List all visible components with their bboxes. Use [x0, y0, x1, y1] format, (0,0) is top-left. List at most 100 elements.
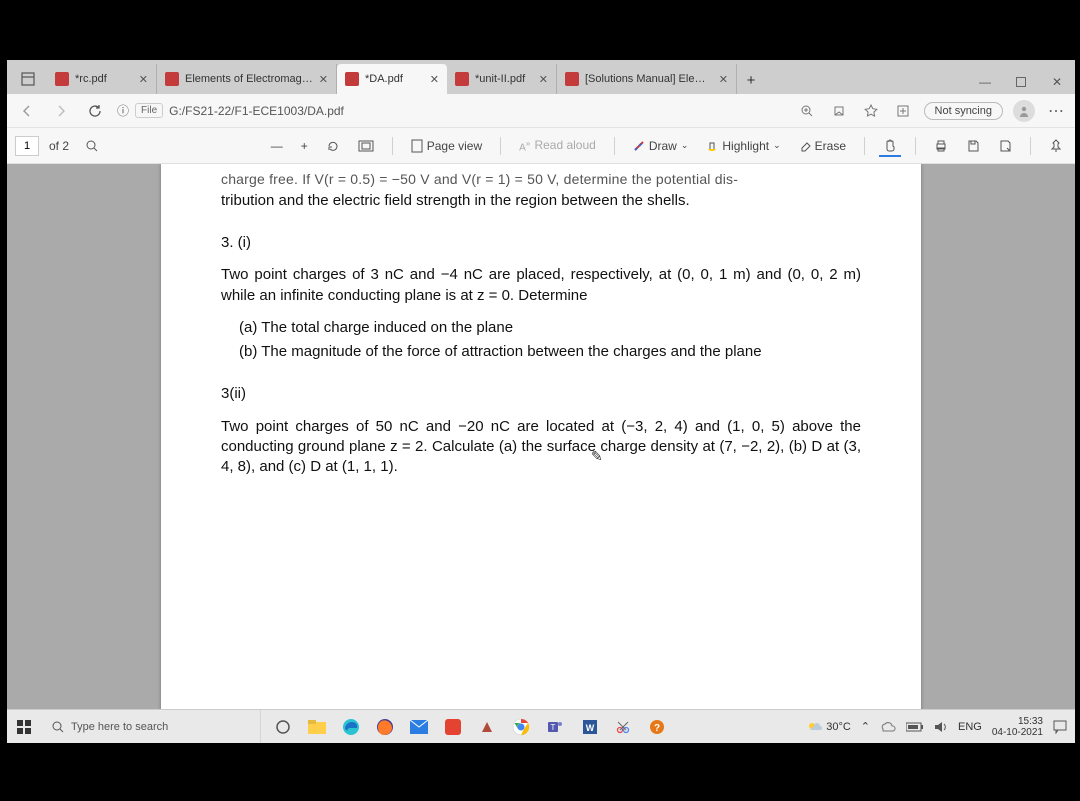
- pdf-icon: [55, 72, 69, 86]
- pdf-toolbar: of 2 ― + Page view A»Read aloud Draw⌄ Hi…: [7, 128, 1075, 164]
- window-minimize[interactable]: ―: [973, 70, 997, 94]
- fit-button[interactable]: [354, 138, 378, 154]
- q3ii-paragraph: Two point charges of 50 nC and −20 nC ar…: [221, 417, 861, 478]
- notifications-icon[interactable]: [1053, 720, 1067, 734]
- pencil-annotation-icon: ✎: [591, 447, 603, 466]
- draw-button[interactable]: Draw⌄: [629, 137, 693, 155]
- search-icon: [51, 720, 65, 734]
- file-explorer-icon[interactable]: [305, 715, 329, 739]
- snip-icon[interactable]: [611, 715, 635, 739]
- teams-icon[interactable]: T: [543, 715, 567, 739]
- address-bar: ⓘ File G:/FS21-22/F1-ECE1003/DA.pdf Not …: [7, 94, 1075, 128]
- volume-icon[interactable]: [934, 721, 948, 733]
- windows-taskbar: Type here to search T W ? 30°C ⌃ ENG 15:…: [7, 709, 1075, 743]
- search-placeholder: Type here to search: [71, 721, 168, 733]
- zoom-icon[interactable]: [796, 100, 818, 122]
- url-text: G:/FS21-22/F1-ECE1003/DA.pdf: [169, 104, 344, 118]
- highlight-button[interactable]: Highlight⌄: [702, 137, 784, 155]
- pdf-icon: [165, 72, 179, 86]
- mail-icon[interactable]: [407, 715, 431, 739]
- profile-avatar[interactable]: [1013, 100, 1035, 122]
- tab-unit2-pdf[interactable]: *unit-II.pdf ✕: [447, 64, 557, 94]
- favorites-icon[interactable]: [860, 100, 882, 122]
- close-icon[interactable]: ✕: [319, 73, 328, 86]
- not-syncing-chip[interactable]: Not syncing: [924, 102, 1003, 120]
- search-icon[interactable]: [85, 139, 99, 153]
- chrome-icon[interactable]: [509, 715, 533, 739]
- taskbar-apps: T W ?: [261, 715, 679, 739]
- language-indicator[interactable]: ENG: [958, 721, 982, 733]
- svg-text:?: ?: [654, 723, 660, 734]
- rotate-button[interactable]: [322, 137, 344, 155]
- tab-actions-button[interactable]: [13, 64, 43, 94]
- tab-strip: *rc.pdf ✕ Elements of Electromagnetic ✕ …: [7, 60, 1075, 94]
- hand-tool-icon[interactable]: [879, 135, 901, 157]
- tab-label: *unit-II.pdf: [475, 73, 533, 85]
- refresh-button[interactable]: [83, 99, 107, 123]
- collections-icon[interactable]: [892, 100, 914, 122]
- svg-text:W: W: [586, 723, 595, 733]
- zoom-in-button[interactable]: +: [297, 137, 312, 155]
- tray-chevron-up-icon[interactable]: ⌃: [861, 720, 870, 733]
- read-mode-icon[interactable]: [828, 100, 850, 122]
- word-icon[interactable]: W: [577, 715, 601, 739]
- close-icon[interactable]: ✕: [430, 73, 439, 86]
- weather-widget[interactable]: 30°C: [806, 720, 851, 734]
- tab-da-pdf[interactable]: *DA.pdf ✕: [337, 64, 447, 94]
- system-tray: 30°C ⌃ ENG 15:33 04-10-2021: [798, 716, 1075, 738]
- edge-icon[interactable]: [339, 715, 363, 739]
- q3ii-heading: 3(ii): [221, 384, 861, 404]
- firefox-icon[interactable]: [373, 715, 397, 739]
- doc-fragment-top: charge free. If V(r = 0.5) = −50 V and V…: [221, 170, 861, 189]
- tab-label: Elements of Electromagnetic: [185, 73, 313, 85]
- window-maximize[interactable]: [1009, 70, 1033, 94]
- close-icon[interactable]: ✕: [539, 73, 548, 86]
- page-count: of 2: [49, 139, 69, 153]
- erase-button[interactable]: Erase: [795, 137, 850, 155]
- up-arrow-icon[interactable]: [475, 715, 499, 739]
- tab-label: [Solutions Manual] Elements: [585, 73, 713, 85]
- back-button[interactable]: [15, 99, 39, 123]
- print-icon[interactable]: [930, 135, 952, 157]
- window-close[interactable]: ✕: [1045, 70, 1069, 94]
- read-aloud-button[interactable]: A»Read aloud: [515, 136, 600, 155]
- pdf-icon: [565, 72, 579, 86]
- clock[interactable]: 15:33 04-10-2021: [992, 716, 1043, 738]
- new-tab-button[interactable]: +: [737, 66, 765, 94]
- q3i-item-b: (b) The magnitude of the force of attrac…: [239, 342, 861, 362]
- tab-label: *rc.pdf: [75, 73, 133, 85]
- forward-button[interactable]: [49, 99, 73, 123]
- help-icon[interactable]: ?: [645, 715, 669, 739]
- cortana-icon[interactable]: [271, 715, 295, 739]
- close-icon[interactable]: ✕: [719, 73, 728, 86]
- page-number-input[interactable]: [15, 136, 39, 156]
- q3i-heading: 3. (i): [221, 233, 861, 253]
- tab-elements-book[interactable]: Elements of Electromagnetic ✕: [157, 64, 337, 94]
- battery-icon[interactable]: [906, 722, 924, 732]
- zoom-out-button[interactable]: ―: [267, 137, 287, 155]
- save-as-icon[interactable]: [994, 135, 1016, 157]
- q3i-item-a: (a) The total charge induced on the plan…: [239, 318, 861, 338]
- page-view-button[interactable]: Page view: [407, 137, 486, 155]
- start-button[interactable]: [7, 720, 41, 734]
- pdf-page: charge free. If V(r = 0.5) = −50 V and V…: [161, 164, 921, 743]
- pdf-icon: [345, 72, 359, 86]
- onedrive-icon[interactable]: [880, 721, 896, 732]
- save-icon[interactable]: [962, 135, 984, 157]
- url-field[interactable]: ⓘ File G:/FS21-22/F1-ECE1003/DA.pdf: [117, 102, 786, 119]
- pdf-viewport[interactable]: charge free. If V(r = 0.5) = −50 V and V…: [7, 164, 1075, 743]
- browser-window: *rc.pdf ✕ Elements of Electromagnetic ✕ …: [7, 60, 1075, 743]
- doc-fragment-line2: tribution and the electric field strengt…: [221, 191, 861, 211]
- file-chip: File: [135, 103, 163, 118]
- tab-rc-pdf[interactable]: *rc.pdf ✕: [47, 64, 157, 94]
- more-menu-icon[interactable]: ⋯: [1045, 100, 1067, 122]
- close-icon[interactable]: ✕: [139, 73, 148, 86]
- info-icon: ⓘ: [117, 102, 129, 119]
- tab-label: *DA.pdf: [365, 73, 424, 85]
- taskbar-search[interactable]: Type here to search: [41, 710, 261, 743]
- pin-toolbar-icon[interactable]: [1045, 135, 1067, 157]
- q3i-paragraph: Two point charges of 3 nC and −4 nC are …: [221, 265, 861, 306]
- tab-solutions-manual[interactable]: [Solutions Manual] Elements ✕: [557, 64, 737, 94]
- pdf-icon: [455, 72, 469, 86]
- todoist-icon[interactable]: [441, 715, 465, 739]
